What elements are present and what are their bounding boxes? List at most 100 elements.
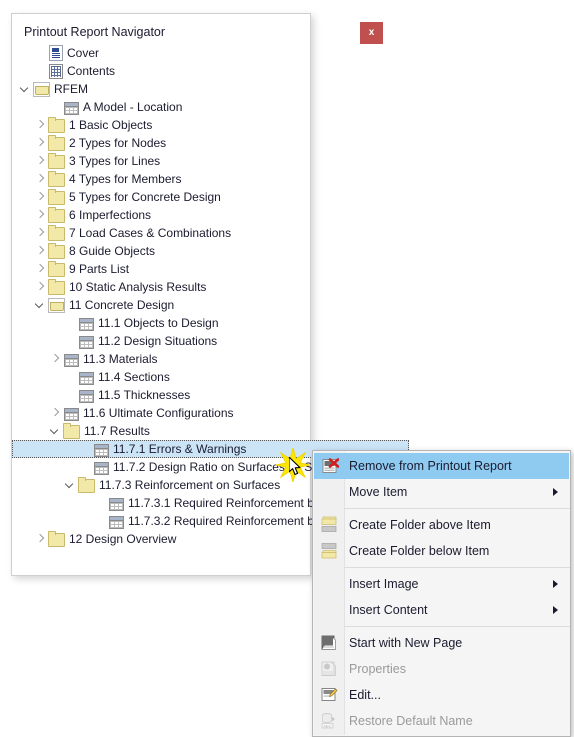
tree-row[interactable]: 11.7.3 Reinforcement on Surfaces (12, 476, 310, 494)
edit-icon (321, 688, 338, 701)
menu-item-label: Move Item (349, 485, 408, 499)
twisty-placeholder (63, 386, 78, 404)
menu-item[interactable]: Edit... (313, 682, 570, 708)
tree-row[interactable]: 9 Parts List (12, 260, 310, 278)
menu-item[interactable]: Create Folder below Item (313, 538, 570, 564)
folder-closed-icon (48, 170, 65, 187)
tree-row[interactable]: 11.4 Sections (12, 368, 310, 386)
tree-item-label: 11.7.2 Design Ratio on Surfaces by Surfa… (113, 460, 346, 474)
menu-item[interactable]: Start with New Page (313, 630, 570, 656)
chevron-down-icon[interactable] (48, 422, 63, 440)
twisty-placeholder (93, 512, 108, 530)
menu-item-label: Properties (349, 662, 406, 676)
menu-item[interactable]: Create Folder above Item (313, 512, 570, 538)
twisty-placeholder (48, 98, 63, 116)
tree-row[interactable]: 11.5 Thicknesses (12, 386, 310, 404)
menu-item[interactable]: Insert Image (313, 571, 570, 597)
tree-row[interactable]: RFEM (12, 80, 310, 98)
tree-row[interactable]: 11.7.3.2 Required Reinforcement by (12, 512, 320, 530)
tree-item-label: 11.7.3.2 Required Reinforcement by (128, 514, 320, 528)
menu-separator (344, 567, 570, 568)
chevron-right-icon[interactable] (33, 188, 48, 206)
chevron-down-icon[interactable] (33, 296, 48, 314)
chevron-down-icon[interactable] (63, 476, 78, 494)
tree-row[interactable]: 1 Basic Objects (12, 116, 310, 134)
menu-item-label: Start with New Page (349, 636, 463, 650)
tree-row[interactable]: 11.6 Ultimate Configurations (12, 404, 310, 422)
tree-row[interactable]: A Model - Location (12, 98, 310, 116)
twisty-placeholder (63, 332, 78, 350)
tree-row[interactable]: 7 Load Cases & Combinations (12, 224, 310, 242)
tree-item-label: Cover (67, 46, 100, 60)
chevron-right-icon[interactable] (33, 152, 48, 170)
submenu-arrow-icon (553, 606, 558, 614)
chevron-right-icon[interactable] (33, 260, 48, 278)
menu-item-label: Restore Default Name (349, 714, 473, 728)
tree-row[interactable]: Contents (12, 62, 310, 80)
tree-row[interactable]: 4 Types for Members (12, 170, 310, 188)
twisty-placeholder (63, 314, 78, 332)
context-menu[interactable]: Remove from Printout Report Move Item Crea… (312, 450, 571, 737)
submenu-arrow-icon (553, 488, 558, 496)
chevron-right-icon[interactable] (33, 116, 48, 134)
folder-closed-icon (63, 422, 80, 439)
tree-item-label: 11.7 Results (84, 424, 150, 438)
tree-row[interactable]: 5 Types for Concrete Design (12, 188, 310, 206)
tree-row[interactable]: 11 Concrete Design (12, 296, 310, 314)
table-grid-icon (64, 407, 79, 421)
folder-closed-icon (48, 152, 65, 169)
report-tree[interactable]: Cover Contents RFEM A Model - Location 1 Bas… (12, 44, 409, 575)
chevron-right-icon[interactable] (33, 224, 48, 242)
tree-item-label: 7 Load Cases & Combinations (69, 226, 232, 240)
chevron-right-icon[interactable] (33, 170, 48, 188)
tree-row[interactable]: 11.1 Objects to Design (12, 314, 310, 332)
tree-row[interactable]: 2 Types for Nodes (12, 134, 310, 152)
tree-row[interactable]: 3 Types for Lines (12, 152, 310, 170)
twisty-placeholder (33, 44, 48, 62)
menu-item[interactable]: Move Item (313, 479, 570, 505)
tree-row[interactable]: 11.7.2 Design Ratio on Surfaces by Surfa… (12, 458, 346, 476)
close-icon[interactable]: x (360, 22, 383, 44)
tree-item-label: 11.5 Thicknesses (98, 388, 191, 402)
page-title: Printout Report Navigator (24, 25, 166, 39)
menu-item[interactable]: Remove from Printout Report (314, 453, 569, 479)
chevron-right-icon[interactable] (33, 278, 48, 296)
tree-row[interactable]: 11.7 Results (12, 422, 310, 440)
tree-row[interactable]: 11.7.3.1 Required Reinforcement by (12, 494, 320, 512)
tree-row[interactable]: 6 Imperfections (12, 206, 310, 224)
chevron-right-icon[interactable] (33, 134, 48, 152)
chevron-down-icon[interactable] (18, 80, 33, 98)
tree-row[interactable]: 12 Design Overview (12, 530, 310, 548)
tree-row[interactable]: 10 Static Analysis Results (12, 278, 310, 296)
tree-row[interactable]: 11.2 Design Situations (12, 332, 310, 350)
tree-row[interactable]: 11.3 Materials (12, 350, 310, 368)
new-page-icon (321, 635, 336, 650)
chevron-right-icon[interactable] (48, 404, 63, 422)
chevron-right-icon[interactable] (33, 206, 48, 224)
tree-row[interactable]: Cover (12, 44, 310, 62)
tree-item-label: 11.4 Sections (98, 370, 170, 384)
menu-item[interactable]: Insert Content (313, 597, 570, 623)
chevron-right-icon[interactable] (33, 242, 48, 260)
chevron-right-icon[interactable] (33, 530, 48, 548)
chevron-right-icon[interactable] (48, 350, 63, 368)
twisty-placeholder (63, 368, 78, 386)
tree-item-label: 4 Types for Members (69, 172, 182, 186)
menu-item-label: Create Folder above Item (349, 518, 491, 532)
tree-item-label: 12 Design Overview (69, 532, 177, 546)
twisty-placeholder (78, 440, 93, 458)
tree-row[interactable]: 8 Guide Objects (12, 242, 310, 260)
